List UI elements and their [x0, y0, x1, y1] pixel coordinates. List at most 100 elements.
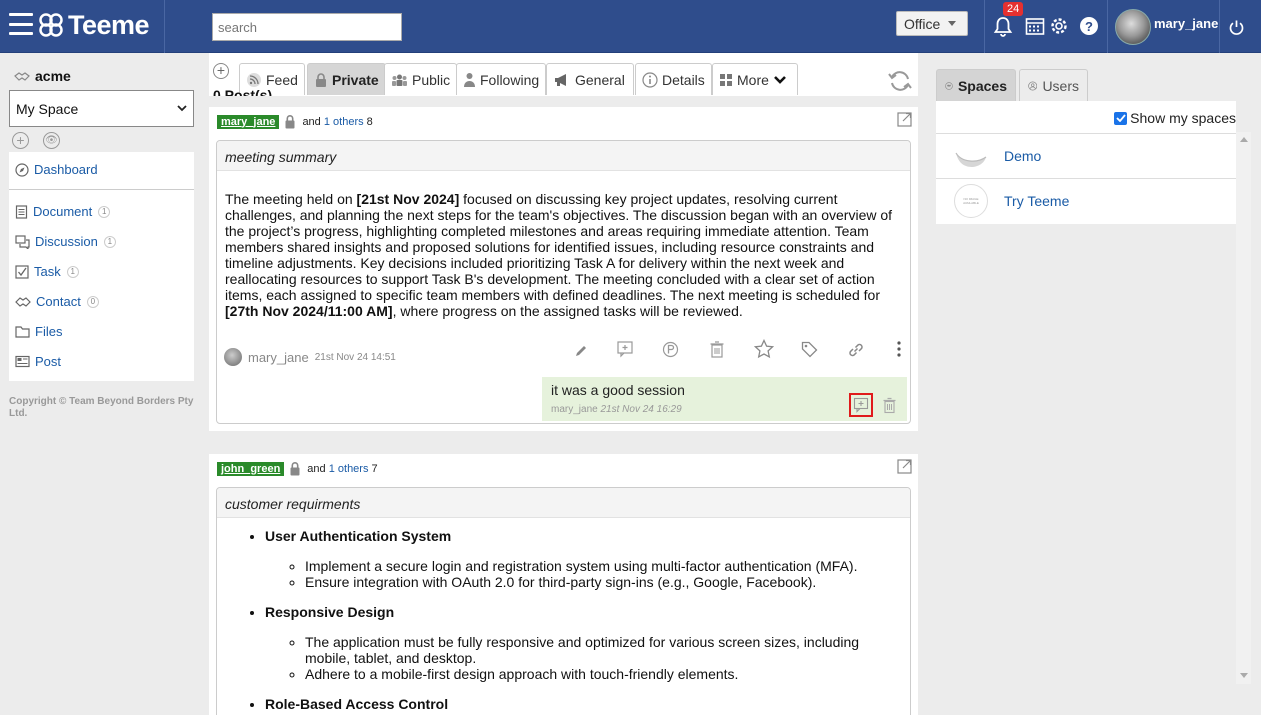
chevron-down-icon: [773, 75, 786, 84]
more-options-icon[interactable]: [897, 341, 901, 357]
sidebar-item-task[interactable]: Task 1: [15, 264, 79, 279]
hamburger-menu-icon[interactable]: [9, 13, 33, 35]
username[interactable]: mary_jane: [1154, 16, 1218, 31]
space-name[interactable]: Demo: [1004, 148, 1041, 164]
sidebar-item-contact[interactable]: Contact 0: [15, 294, 99, 309]
refresh-icon[interactable]: [887, 70, 913, 92]
scroll-up-arrow-icon[interactable]: [1240, 137, 1248, 142]
item-count-badge: 1: [66, 265, 79, 278]
section-heading: User Authentication System: [265, 528, 452, 544]
and-text: and: [307, 462, 326, 475]
list-item: Implement a secure login and registratio…: [305, 558, 902, 574]
tab-general[interactable]: General: [546, 63, 634, 95]
handshake-icon: [15, 296, 31, 307]
external-link-icon[interactable]: [897, 112, 912, 127]
calendar-icon[interactable]: [1025, 16, 1045, 36]
tab-details[interactable]: Details: [635, 63, 712, 95]
tab-following[interactable]: Following: [456, 63, 547, 95]
body-date-highlight: [21st Nov 2024]: [356, 191, 460, 207]
comment-text: it was a good session: [551, 382, 685, 398]
tab-label: Following: [480, 71, 540, 88]
space-image: [954, 139, 988, 173]
tab-users[interactable]: Users: [1019, 69, 1088, 101]
spaces-icon: [945, 81, 953, 90]
section-heading: Role-Based Access Control: [265, 696, 449, 712]
list-item: Adhere to a mobile-first design approach…: [305, 666, 902, 682]
post-card: mary_jane and 1 others 8 meeting summary…: [209, 107, 918, 431]
show-my-spaces-label: Show my spaces: [1130, 110, 1236, 126]
header-divider: [1219, 0, 1220, 53]
gear-icon[interactable]: [1048, 15, 1070, 37]
app-logo[interactable]: Teeme: [38, 9, 150, 41]
reply-comment-button[interactable]: [849, 393, 873, 417]
add-comment-icon[interactable]: [616, 340, 634, 358]
others-link[interactable]: 1 others: [329, 463, 369, 475]
and-text: and: [302, 115, 321, 128]
author-avatar: [224, 348, 242, 366]
show-my-spaces-toggle[interactable]: Show my spaces: [1114, 110, 1236, 126]
author-name[interactable]: mary_jane: [248, 350, 309, 365]
publish-icon[interactable]: [662, 341, 679, 358]
divider: [9, 189, 194, 190]
comment-author[interactable]: mary_jane: [551, 404, 598, 415]
checkbox-icon: [15, 264, 29, 279]
view-space-icon[interactable]: 👁: [43, 132, 60, 149]
tab-label: Feed: [266, 71, 298, 88]
scroll-down-arrow-icon[interactable]: [1240, 673, 1248, 678]
tab-public[interactable]: Public: [384, 63, 458, 95]
comment-item: it was a good session mary_jane 21st Nov…: [542, 377, 907, 421]
lock-icon: [285, 115, 295, 129]
sidebar-item-files[interactable]: Files: [15, 324, 62, 339]
search-input[interactable]: [212, 13, 402, 41]
post-body: The meeting held on [21st Nov 2024] focu…: [217, 171, 910, 329]
item-count-badge: 1: [103, 235, 116, 248]
post-owner-tag[interactable]: john_green: [217, 461, 285, 476]
sub-list: The application must be fully responsive…: [305, 634, 902, 682]
space-select[interactable]: My Space: [9, 90, 194, 127]
sidebar-item-label: Discussion: [35, 234, 98, 249]
notification-badge: 24: [1003, 2, 1024, 16]
link-icon[interactable]: [847, 341, 865, 359]
edit-icon[interactable]: [573, 343, 589, 359]
grid-icon: [720, 73, 732, 86]
tab-private[interactable]: Private: [307, 63, 386, 95]
sidebar-item-discussion[interactable]: Discussion 1: [15, 234, 116, 249]
group-icon: [392, 74, 407, 86]
post-content-card: meeting summary The meeting held on [21s…: [216, 140, 911, 424]
recipient-count: 7: [371, 462, 378, 475]
sidebar-item-dashboard[interactable]: Dashboard: [15, 162, 98, 177]
delete-icon[interactable]: [709, 340, 725, 358]
sidebar-item-label: Dashboard: [34, 162, 98, 177]
external-link-icon[interactable]: [897, 459, 912, 474]
space-item[interactable]: NO IMAGE AVAILABLE Try Teeme: [936, 178, 1236, 223]
document-icon: [15, 204, 28, 219]
tab-more[interactable]: More: [712, 63, 798, 95]
copyright-text: Copyright © Team Beyond Borders Pty Ltd.: [9, 396, 194, 419]
folder-icon: [15, 326, 30, 338]
add-space-icon[interactable]: +: [12, 132, 29, 149]
post-owner-tag[interactable]: mary_jane: [217, 114, 280, 129]
delete-comment-icon[interactable]: [882, 397, 897, 414]
header-divider: [984, 0, 985, 53]
post-card: john_green and 1 others 7 customer requi…: [209, 454, 918, 715]
user-avatar[interactable]: [1115, 9, 1151, 45]
scrollbar[interactable]: [1236, 132, 1251, 684]
show-my-spaces-checkbox[interactable]: [1114, 111, 1128, 125]
star-icon[interactable]: [754, 339, 774, 359]
section-heading: Responsive Design: [265, 604, 395, 620]
power-icon[interactable]: [1228, 19, 1245, 36]
others-link[interactable]: 1 others: [324, 116, 364, 128]
sidebar-item-post[interactable]: Post: [15, 354, 61, 369]
body-date-highlight: [27th Nov 2024/11:00 AM]: [225, 303, 393, 319]
lock-icon: [316, 72, 326, 87]
space-name[interactable]: Try Teeme: [1004, 193, 1069, 209]
space-item[interactable]: Demo: [936, 133, 1236, 178]
bell-icon[interactable]: [991, 15, 1015, 39]
tab-spaces[interactable]: Spaces: [936, 69, 1016, 101]
tag-icon[interactable]: [801, 341, 818, 358]
add-post-icon[interactable]: +: [213, 63, 229, 79]
sidebar-item-document[interactable]: Document 1: [15, 204, 111, 219]
office-dropdown[interactable]: Office: [896, 11, 968, 36]
help-icon[interactable]: ?: [1080, 17, 1098, 35]
list-item: Ensure integration with OAuth 2.0 for th…: [305, 574, 902, 590]
